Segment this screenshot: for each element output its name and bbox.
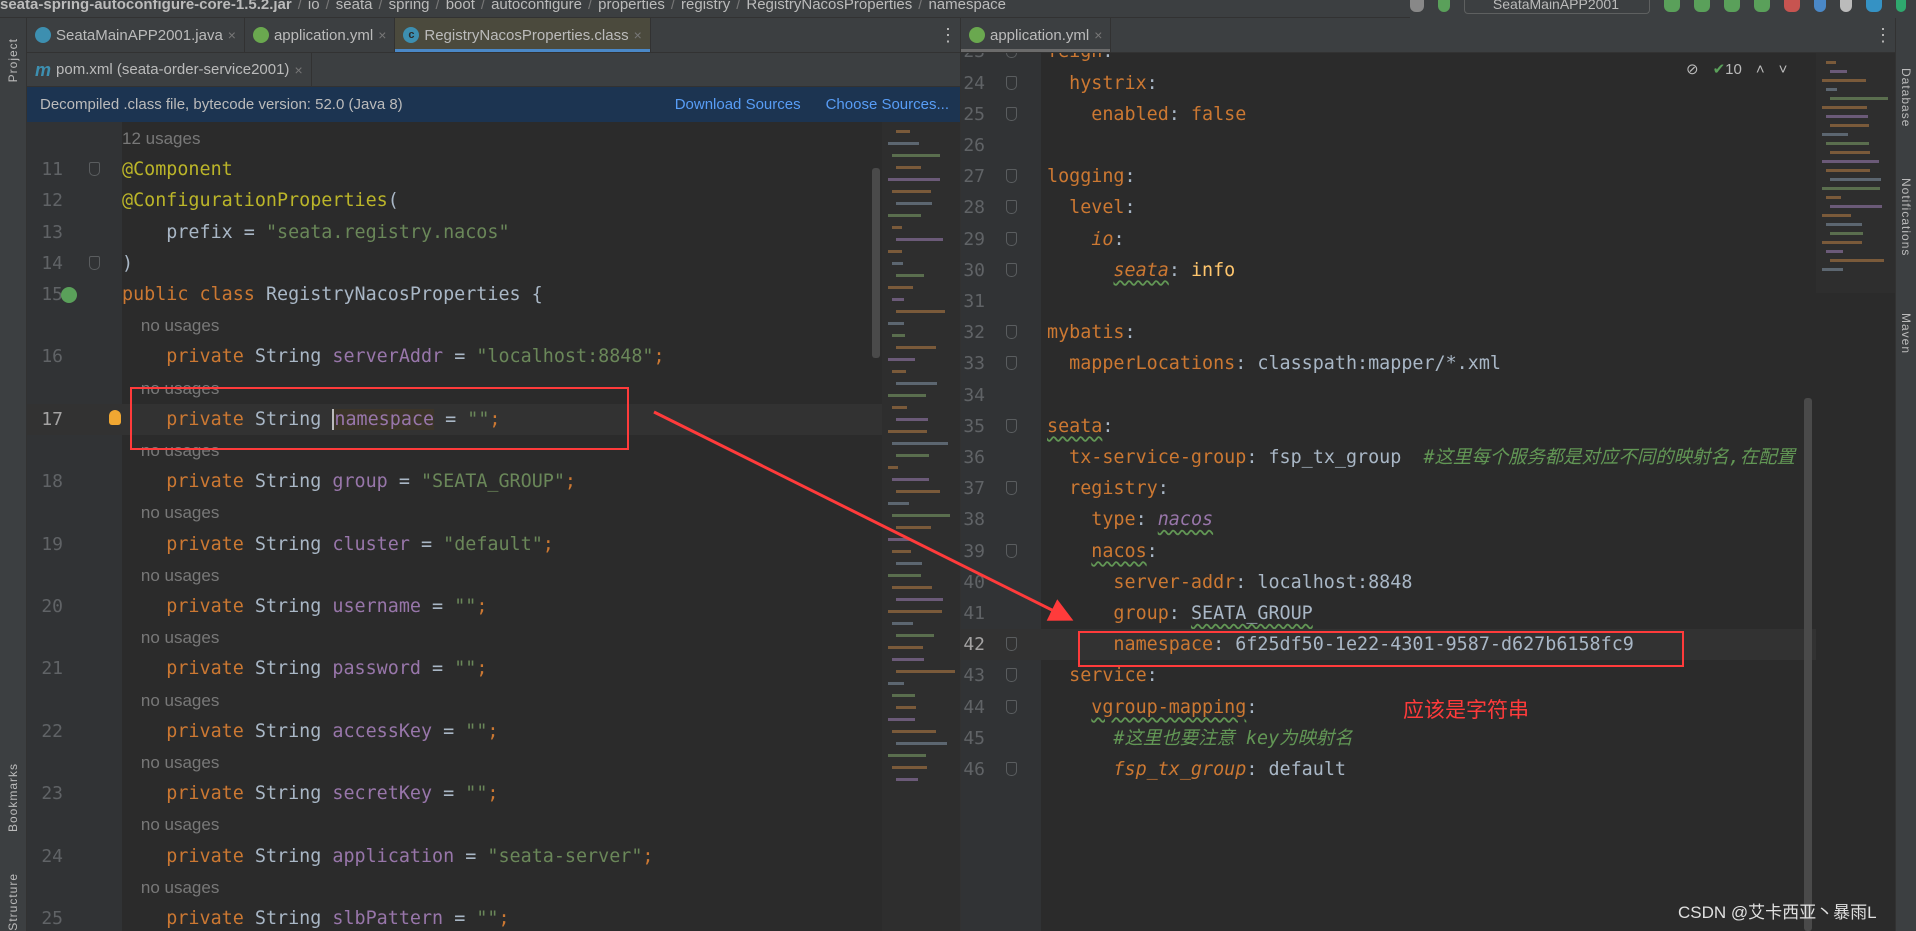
annotation-arrow (653, 410, 1074, 621)
watermark: CSDN @艾卡西亚丶暴雨L (1678, 903, 1877, 922)
annotation-text: 应该是字符串 (1403, 699, 1529, 722)
